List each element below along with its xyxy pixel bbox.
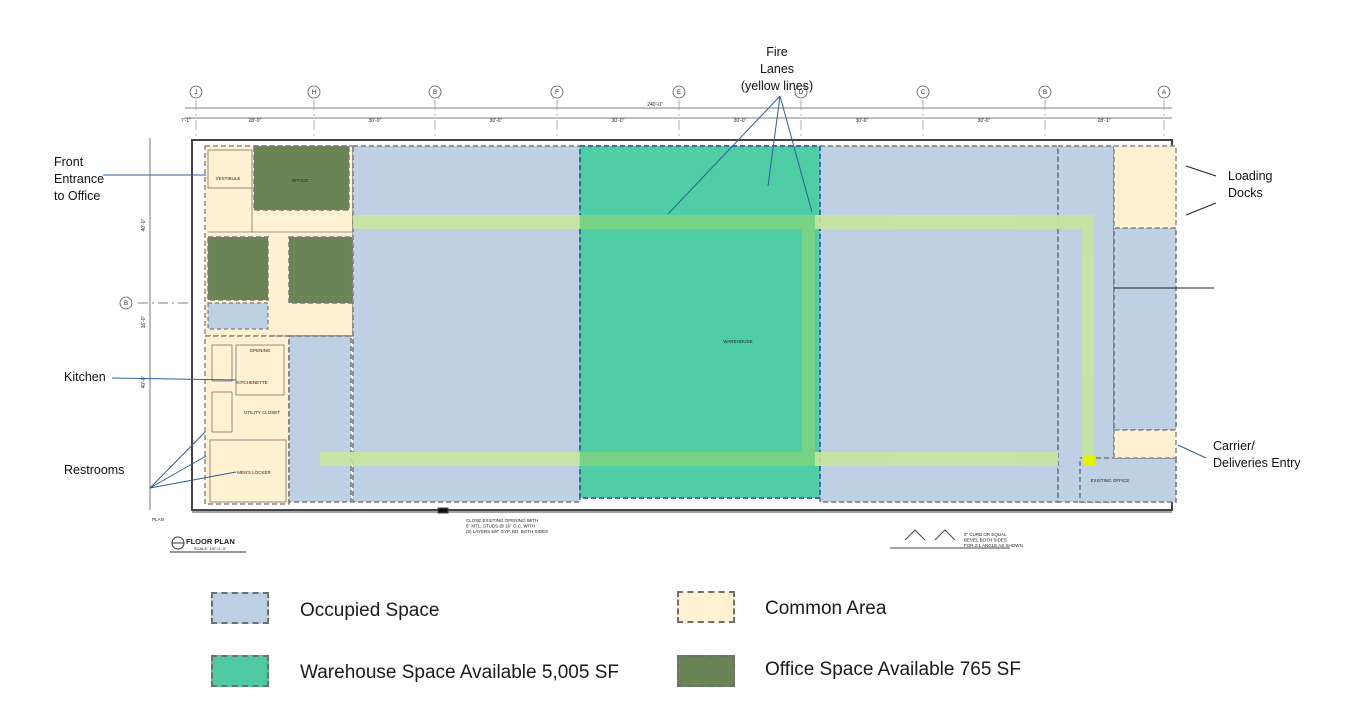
grid-label: E — [677, 90, 681, 96]
grid-label: F — [555, 90, 559, 96]
side-dimension: 40'-0" — [141, 218, 147, 231]
legend-label-occupied: Occupied Space — [300, 600, 439, 622]
legend-label-common: Common Area — [765, 598, 886, 620]
bay-dimension: 30'-0" — [856, 118, 869, 124]
warehouse-space-available — [580, 146, 820, 498]
grid-label: H — [312, 90, 316, 96]
common-area-loading-docks — [1114, 146, 1176, 228]
grid-label: C — [921, 90, 926, 96]
callout-fire-lanes: Fire Lanes (yellow lines) — [732, 44, 822, 95]
plan-title-block: FLOOR PLAN SCALE: 1/8"=1'-0" — [170, 537, 246, 552]
common-area-restroom-zone — [205, 336, 289, 504]
grid-label: B — [433, 90, 437, 96]
room-label-existing-office: EXISTING OFFICE — [1091, 478, 1130, 483]
leader-loading-docks-2 — [1186, 203, 1216, 215]
side-dimension: 16'-0" — [141, 315, 147, 328]
fire-lane-east — [1082, 215, 1094, 461]
room-label-opening: OPENING — [250, 348, 271, 353]
room-label-mens-locker: MEN'S LOCKER — [237, 470, 271, 475]
occupied-space-west-bay — [353, 146, 580, 502]
note-curb: 5" CURB OR EQUALBEVEL BOTH SIDESFOR 2:1 … — [964, 532, 1023, 548]
bay-dimension: 28'-0" — [249, 118, 262, 124]
legend-swatch-common — [677, 591, 735, 623]
office-space-available-3 — [289, 237, 352, 303]
room-label-warehouse: WAREHOUSE — [723, 339, 752, 344]
plan-scale: SCALE: 1/8"=1'-0" — [194, 546, 227, 551]
occupied-space-dock-bay — [1114, 228, 1176, 430]
legend-label-warehouse-available: Warehouse Space Available 5,005 SF — [300, 662, 619, 684]
bay-dimension: 28'-1" — [1098, 118, 1111, 124]
leader-carrier-entry — [1178, 445, 1206, 458]
callout-loading-docks: Loading Docks — [1228, 168, 1273, 202]
bottom-wall-detail — [192, 508, 1172, 548]
fire-lane-south-over-warehouse — [580, 452, 815, 466]
office-interior-wall — [208, 303, 268, 329]
fire-lane-center-over-warehouse — [802, 229, 815, 452]
occupied-space-left-strip — [289, 336, 351, 502]
callout-carrier-entry: Carrier/ Deliveries Entry — [1213, 438, 1301, 472]
office-space-available-2 — [208, 237, 268, 300]
grid-label: A — [1162, 90, 1166, 96]
legend-swatch-occupied — [211, 592, 269, 624]
plan-tag: PLAN — [152, 517, 164, 522]
bay-dimension: 30'-0" — [734, 118, 747, 124]
callout-front-entrance: Front Entrance to Office — [54, 154, 104, 205]
room-label-utility-closet: UTILITY CLOSET — [244, 410, 280, 415]
bay-dimension: 30'-0" — [612, 118, 625, 124]
grid-labels: J H B F E D C B A — [195, 90, 1167, 96]
leader-loading-docks — [1186, 166, 1216, 176]
fire-lane-marker — [1083, 456, 1095, 465]
legend-swatch-office-available — [677, 655, 735, 687]
occupied-space-east-bay — [820, 146, 1058, 502]
plan-title: FLOOR PLAN — [186, 537, 235, 546]
callout-restrooms: Restrooms — [64, 462, 124, 479]
side-grid-label: B — [124, 301, 128, 307]
fire-lane-north-over-warehouse — [580, 215, 815, 229]
note-close-opening: CLOSE EXISTING OPENING WITH6" MTL. STUDS… — [466, 518, 548, 534]
room-label-office: OFFICE — [292, 178, 309, 183]
bay-dimension: 30'-0" — [369, 118, 382, 124]
legend-swatch-warehouse-available — [211, 655, 269, 687]
grid-label: J — [195, 90, 198, 96]
bay-dimension: 30'-0" — [490, 118, 503, 124]
grid-label: B — [1043, 90, 1047, 96]
side-axis — [120, 138, 196, 510]
overall-dimension: 240'-0" — [647, 102, 663, 108]
room-label-vestibule: VESTIBULE — [216, 176, 241, 181]
bay-dimension: 30'-0" — [978, 118, 991, 124]
legend-label-office-available: Office Space Available 765 SF — [765, 659, 1021, 681]
side-dimension: 40'-0" — [141, 375, 147, 388]
common-area-carrier-entry — [1114, 430, 1176, 458]
room-label-kitchenette: KITCHENETTE — [236, 380, 267, 385]
callout-kitchen: Kitchen — [64, 369, 106, 386]
bay-dimension: 7'-1" — [181, 118, 191, 124]
